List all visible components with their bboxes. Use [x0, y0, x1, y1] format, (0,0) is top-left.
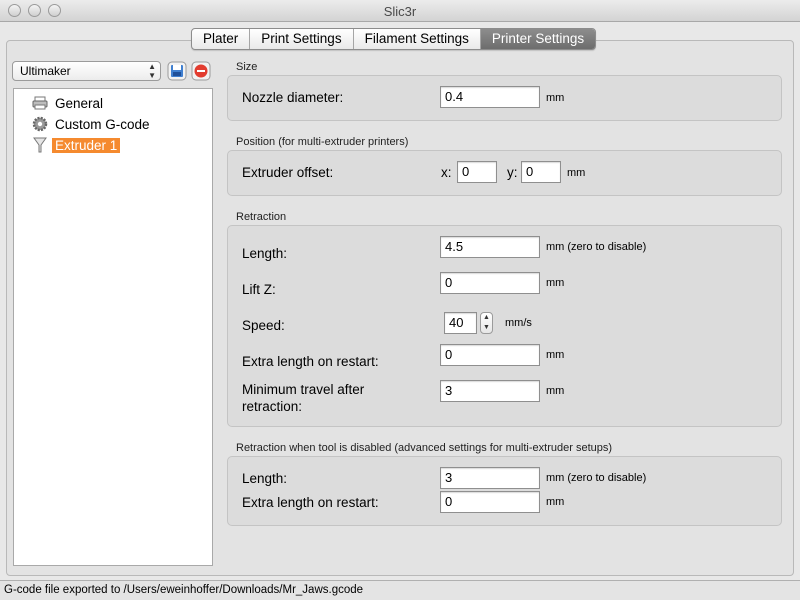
retraction-length-field[interactable]: 4.5 — [440, 236, 540, 258]
delete-icon — [191, 61, 211, 81]
lift-z-label: Lift Z: — [242, 282, 276, 297]
tab-bar: Plater Print Settings Filament Settings … — [191, 28, 597, 50]
section-title-retraction-disabled: Retraction when tool is disabled (advanc… — [236, 442, 613, 454]
extra-length-field[interactable]: 0 — [440, 344, 540, 366]
status-text: G-code file exported to /Users/eweinhoff… — [4, 584, 364, 596]
tree-item-label: Custom G-code — [55, 116, 150, 132]
preset-select-value: Ultimaker — [20, 64, 71, 78]
toolchange-length-label: Length: — [242, 471, 288, 486]
extruder-offset-label: Extruder offset: — [242, 165, 334, 180]
offset-y-field[interactable]: 0 — [521, 161, 561, 183]
funnel-icon — [32, 137, 48, 153]
toolchange-extra-length-label: Extra length on restart: — [242, 495, 379, 510]
offset-x-label: x: — [441, 165, 452, 180]
tab-filament-settings[interactable]: Filament Settings — [354, 29, 481, 49]
retraction-speed-unit: mm/s — [505, 317, 532, 329]
tree-item-extruder-1[interactable]: Extruder 1 — [32, 136, 121, 154]
tree-item-general[interactable]: General — [32, 94, 106, 112]
extra-length-label: Extra length on restart: — [242, 354, 379, 369]
section-title-size: Size — [236, 61, 258, 73]
min-travel-unit: mm — [546, 385, 565, 397]
section-title-retraction: Retraction — [236, 211, 287, 223]
offset-y-label: y: — [507, 165, 518, 180]
tab-print-settings[interactable]: Print Settings — [250, 29, 354, 49]
preset-select[interactable]: Ultimaker ▲ ▼ — [12, 61, 161, 81]
toolchange-length-field[interactable]: 3 — [440, 467, 540, 489]
offset-x-field[interactable]: 0 — [457, 161, 497, 183]
retraction-length-unit: mm (zero to disable) — [546, 241, 647, 253]
retraction-speed-label: Speed: — [242, 318, 285, 333]
nozzle-diameter-field[interactable]: 0.4 — [440, 86, 540, 108]
select-arrows-icon: ▲ ▼ — [148, 62, 156, 80]
toolchange-extra-length-unit: mm — [546, 496, 565, 508]
retraction-speed-stepper[interactable]: ▲ ▼ — [480, 312, 493, 334]
extra-length-unit: mm — [546, 349, 565, 361]
title-bar: Slic3r — [0, 0, 800, 22]
tree-item-label: Extruder 1 — [52, 137, 121, 153]
offset-unit: mm — [567, 167, 586, 179]
min-travel-field[interactable]: 3 — [440, 380, 540, 402]
tree-item-custom-gcode[interactable]: Custom G-code — [32, 115, 153, 133]
cog-icon — [32, 116, 48, 132]
printer-icon — [32, 95, 48, 111]
lift-z-field[interactable]: 0 — [440, 272, 540, 294]
min-travel-label-line-1: Minimum travel after — [242, 382, 365, 397]
window-title: Slic3r — [383, 4, 417, 19]
save-preset-button[interactable] — [167, 61, 187, 81]
stepper-up-icon: ▲ — [483, 314, 490, 321]
stepper-down-icon: ▼ — [483, 324, 490, 331]
tab-printer-settings[interactable]: Printer Settings — [480, 29, 596, 49]
nozzle-diameter-unit: mm — [546, 92, 565, 104]
delete-preset-button[interactable] — [191, 61, 211, 81]
tree-item-label: General — [55, 95, 104, 111]
section-title-position: Position (for multi-extruder printers) — [236, 136, 409, 148]
lift-z-unit: mm — [546, 277, 565, 289]
status-bar: G-code file exported to /Users/eweinhoff… — [0, 580, 800, 600]
toolchange-extra-length-field[interactable]: 0 — [440, 491, 540, 513]
toolchange-length-unit: mm (zero to disable) — [546, 472, 647, 484]
retraction-speed-field[interactable]: 40 — [444, 312, 477, 334]
save-icon — [167, 61, 187, 81]
tab-plater[interactable]: Plater — [192, 29, 251, 49]
settings-tree: General Custom G-code Extruder 1 — [13, 88, 213, 566]
min-travel-label-line-2: retraction: — [242, 399, 303, 414]
nozzle-diameter-label: Nozzle diameter: — [242, 90, 344, 105]
retraction-length-label: Length: — [242, 246, 288, 261]
